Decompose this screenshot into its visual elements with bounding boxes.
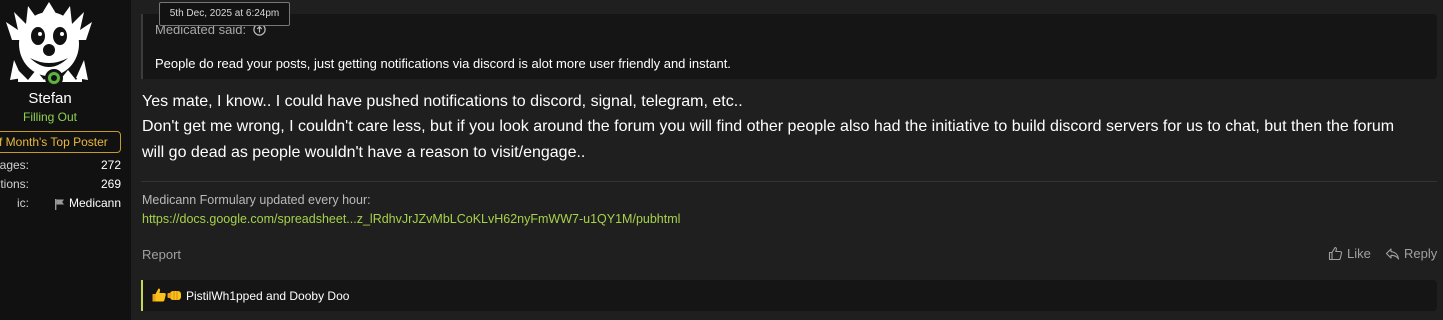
reaction-emojis — [151, 287, 183, 303]
stat-reactions: es/Reactions: 269 — [0, 177, 121, 195]
signature-divider — [141, 181, 1437, 182]
stat-label: ssages: — [0, 158, 29, 172]
reply-arrow-icon — [1385, 248, 1400, 260]
thumbs-up-icon — [1328, 246, 1343, 261]
report-button[interactable]: Report — [142, 247, 181, 262]
stat-clinic: ic: Medicann — [0, 196, 121, 214]
username[interactable]: Stefan — [0, 90, 100, 107]
message-line: will go dead as people wouldn't have a r… — [142, 144, 586, 161]
stat-label: ic: — [17, 196, 29, 210]
signature-link[interactable]: https://docs.google.com/spreadsheet...z_… — [142, 212, 680, 226]
thumbs-up-icon — [151, 287, 167, 303]
message-line: Yes mate, I know.. I could have pushed n… — [142, 93, 743, 110]
fist-bump-icon — [167, 287, 183, 303]
like-button[interactable]: Like — [1328, 246, 1371, 261]
post-body: Medicated said: People do read your post… — [131, 0, 1443, 320]
like-label: Like — [1347, 246, 1371, 261]
avatar[interactable] — [4, 0, 94, 87]
quote-block: Medicated said: People do read your post… — [141, 14, 1437, 79]
online-status-icon — [45, 69, 63, 87]
message-line: Don't get me wrong, I couldn't care less… — [142, 118, 1395, 135]
user-title: Filling Out — [22, 110, 78, 124]
reply-label: Reply — [1404, 246, 1438, 261]
stat-messages: ssages: 272 — [0, 158, 121, 176]
reactions-bar[interactable]: PistilWh1pped and Dooby Doo — [141, 280, 1437, 311]
quote-text: People do read your posts, just getting … — [155, 56, 731, 71]
user-banner: f Month's Top Poster — [0, 131, 121, 153]
timestamp-tooltip: 5th Dec, 2025 at 6:24pm — [159, 2, 290, 26]
reactions-text[interactable]: PistilWh1pped and Dooby Doo — [186, 289, 349, 303]
flag-icon — [55, 199, 64, 210]
user-panel: Stefan Filling Out f Month's Top Poster … — [0, 0, 131, 320]
stat-value: 269 — [100, 177, 121, 191]
stat-value: 272 — [100, 158, 121, 172]
signature-label: Medicann Formulary updated every hour: — [142, 193, 371, 207]
stat-value: Medicann — [68, 196, 121, 210]
reply-button[interactable]: Reply — [1385, 246, 1437, 261]
stat-label: es/Reactions: — [0, 177, 29, 191]
